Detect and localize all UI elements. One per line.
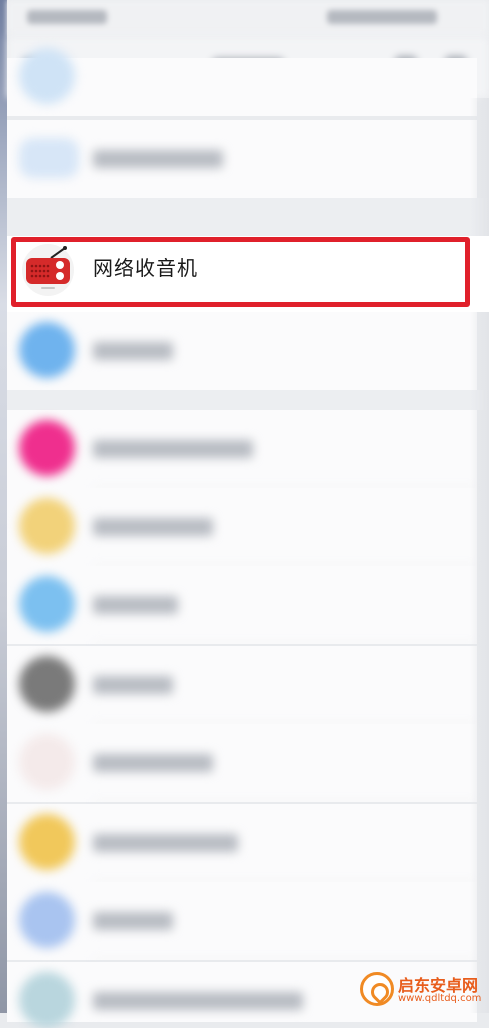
watermark-url: www.qdltdq.com	[398, 993, 482, 1004]
list-item[interactable]	[7, 410, 477, 488]
highlight-annotation-box	[11, 237, 470, 307]
list-item[interactable]	[7, 48, 477, 116]
status-bar-right-blur	[327, 10, 437, 24]
status-bar-left-blur	[27, 10, 107, 24]
list-item[interactable]	[7, 804, 477, 882]
status-bar	[7, 0, 489, 36]
list-item[interactable]	[7, 312, 477, 390]
left-edge-shadow	[0, 0, 7, 1013]
list-item[interactable]	[7, 646, 477, 724]
list-item[interactable]	[7, 566, 477, 644]
list-item[interactable]	[7, 724, 477, 802]
section-gap	[7, 390, 489, 410]
list-item[interactable]	[7, 882, 477, 960]
list-item[interactable]	[7, 488, 477, 566]
watermark-logo-icon	[360, 972, 394, 1006]
watermark: 启东安卓网 www.qdltdq.com	[360, 971, 485, 1009]
section-gap	[7, 198, 489, 236]
list-item[interactable]	[7, 120, 477, 198]
